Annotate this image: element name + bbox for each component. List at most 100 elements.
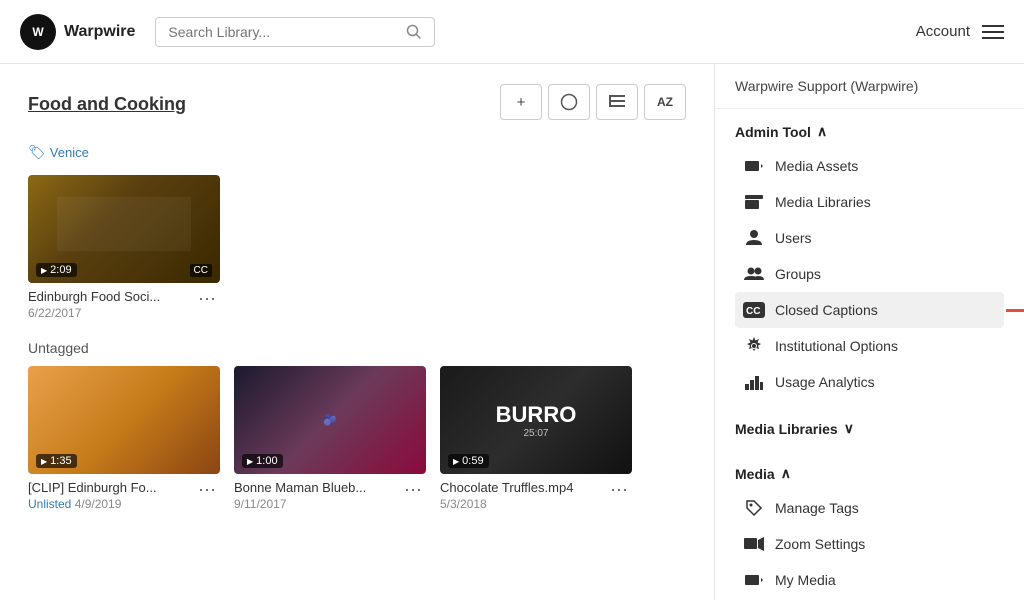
media-title[interactable]: Media ∧: [735, 465, 1004, 482]
chevron-up-icon: ∧: [781, 465, 791, 482]
unlisted-badge: Unlisted: [28, 497, 71, 511]
sidebar-item-label: My Media: [775, 572, 836, 588]
more-options-button[interactable]: ⋯: [400, 480, 426, 501]
video-card[interactable]: 🫐 ▶ 1:00 Bonne Maman Blueb... 9/11/2017 …: [234, 366, 426, 517]
search-input[interactable]: [168, 24, 406, 40]
highlight-arrow: [1006, 303, 1024, 317]
video-info: Chocolate Truffles.mp4 5/3/2018 ⋯: [440, 474, 632, 517]
main-content: Food and Cooking + AZ: [0, 64, 714, 600]
tag-icon: [743, 497, 765, 519]
list-icon: [609, 95, 625, 109]
video-date: 9/11/2017: [234, 497, 366, 511]
sidebar-item-media-assets[interactable]: Media Assets: [735, 148, 1004, 184]
video-title: [CLIP] Edinburgh Fo...: [28, 480, 157, 495]
sidebar-item-label: Closed Captions: [775, 302, 878, 318]
hamburger-icon: [982, 24, 1004, 40]
admin-tool-title[interactable]: Admin Tool ∧: [735, 123, 1004, 140]
tag-icon: 🏷: [28, 144, 46, 161]
svg-text:CC: CC: [746, 306, 760, 317]
zoom-icon: [743, 533, 765, 555]
video-thumbnail: 🫐 ▶ 1:00: [234, 366, 426, 474]
logo-text: Warpwire: [64, 23, 135, 41]
sidebar-item-media-libraries[interactable]: Media Libraries: [735, 184, 1004, 220]
sidebar-item-closed-captions[interactable]: CC Closed Captions: [735, 292, 1004, 328]
video-date: 5/3/2018: [440, 497, 573, 511]
sidebar: Warpwire Support (Warpwire) Admin Tool ∧…: [714, 64, 1024, 600]
sidebar-item-groups[interactable]: Groups: [735, 256, 1004, 292]
groups-icon: [743, 263, 765, 285]
video-title: Chocolate Truffles.mp4: [440, 480, 573, 495]
gear-icon: [743, 335, 765, 357]
search-bar: [155, 17, 435, 47]
sidebar-item-label: Groups: [775, 266, 821, 282]
az-sort-button[interactable]: AZ: [644, 84, 686, 120]
video-date: 6/22/2017: [28, 306, 160, 320]
layout: Food and Cooking + AZ: [0, 64, 1024, 600]
list-button[interactable]: [596, 84, 638, 120]
media-assets-icon: [743, 155, 765, 177]
sidebar-item-institutional-options[interactable]: Institutional Options: [735, 328, 1004, 364]
more-options-button[interactable]: ⋯: [606, 480, 632, 501]
video-duration: ▶ 2:09: [36, 263, 77, 277]
tagged-video-grid: ▶ 2:09 CC Edinburgh Food Soci... 6/22/20…: [28, 175, 686, 326]
sidebar-item-label: Media Assets: [775, 158, 858, 174]
untagged-video-grid: ▶ 1:35 [CLIP] Edinburgh Fo... Unlisted 4…: [28, 366, 686, 517]
tag-label: Venice: [50, 145, 89, 160]
video-duration: ▶ 1:00: [242, 454, 283, 468]
sidebar-item-label: Manage Tags: [775, 500, 859, 516]
toolbar: + AZ: [500, 84, 686, 120]
page-title: Food and Cooking: [28, 94, 186, 115]
header-right: Account: [916, 23, 1004, 40]
search-button[interactable]: [406, 24, 422, 40]
video-info: [CLIP] Edinburgh Fo... Unlisted 4/9/2019…: [28, 474, 220, 517]
analytics-icon: [743, 371, 765, 393]
media-libraries-title[interactable]: Media Libraries ∨: [735, 420, 1004, 437]
sidebar-item-manage-tags[interactable]: Manage Tags: [735, 490, 1004, 526]
video-info: Edinburgh Food Soci... 6/22/2017 ⋯: [28, 283, 220, 326]
my-media-icon: [743, 569, 765, 591]
sidebar-item-label: Media Libraries: [775, 194, 871, 210]
users-icon: [743, 227, 765, 249]
media-libraries-icon: [743, 191, 765, 213]
media-libraries-section: Media Libraries ∨: [715, 406, 1024, 451]
sidebar-item-row-cc: CC Closed Captions: [735, 292, 1004, 328]
more-options-button[interactable]: ⋯: [194, 480, 220, 501]
media-section: Media ∧ Manage Tags: [715, 451, 1024, 600]
sidebar-item-label: Usage Analytics: [775, 374, 875, 390]
video-meta: Unlisted 4/9/2019: [28, 497, 157, 511]
title-row: Food and Cooking + AZ: [28, 84, 686, 136]
chevron-down-icon: ∨: [844, 420, 854, 437]
sidebar-item-usage-analytics[interactable]: Usage Analytics: [735, 364, 1004, 400]
sidebar-item-users[interactable]: Users: [735, 220, 1004, 256]
video-thumbnail: ▶ 1:35: [28, 366, 220, 474]
more-options-button[interactable]: ⋯: [194, 289, 220, 310]
tag-link[interactable]: 🏷 Venice: [28, 144, 89, 161]
circle-icon: [560, 93, 578, 111]
sidebar-item-my-media[interactable]: My Media: [735, 562, 1004, 598]
header-left: W Warpwire: [20, 14, 435, 50]
video-info: Bonne Maman Blueb... 9/11/2017 ⋯: [234, 474, 426, 517]
video-card[interactable]: BURRO 25:07 ▶ 0:59 Chocolate Truffles.mp…: [440, 366, 632, 517]
video-card[interactable]: ▶ 1:35 [CLIP] Edinburgh Fo... Unlisted 4…: [28, 366, 220, 517]
video-duration: ▶ 0:59: [448, 454, 489, 468]
untagged-label: Untagged: [28, 340, 686, 356]
video-title: Edinburgh Food Soci...: [28, 289, 160, 304]
sidebar-item-zoom-settings[interactable]: Zoom Settings: [735, 526, 1004, 562]
header: W Warpwire Account: [0, 0, 1024, 64]
video-card[interactable]: ▶ 2:09 CC Edinburgh Food Soci... 6/22/20…: [28, 175, 220, 326]
video-thumbnail: BURRO 25:07 ▶ 0:59: [440, 366, 632, 474]
circle-button[interactable]: [548, 84, 590, 120]
video-duration: ▶ 1:35: [36, 454, 77, 468]
video-title: Bonne Maman Blueb...: [234, 480, 366, 495]
cc-badge: CC: [190, 264, 212, 277]
sidebar-item-label: Zoom Settings: [775, 536, 865, 552]
cc-icon: CC: [743, 299, 765, 321]
logo: W Warpwire: [20, 14, 135, 50]
search-icon: [406, 24, 422, 40]
account-label: Account: [916, 23, 970, 40]
admin-tool-section: Admin Tool ∧ Media Assets: [715, 109, 1024, 406]
add-button[interactable]: +: [500, 84, 542, 120]
sidebar-item-label: Institutional Options: [775, 338, 898, 354]
logo-icon: W: [20, 14, 56, 50]
hamburger-button[interactable]: [982, 24, 1004, 40]
